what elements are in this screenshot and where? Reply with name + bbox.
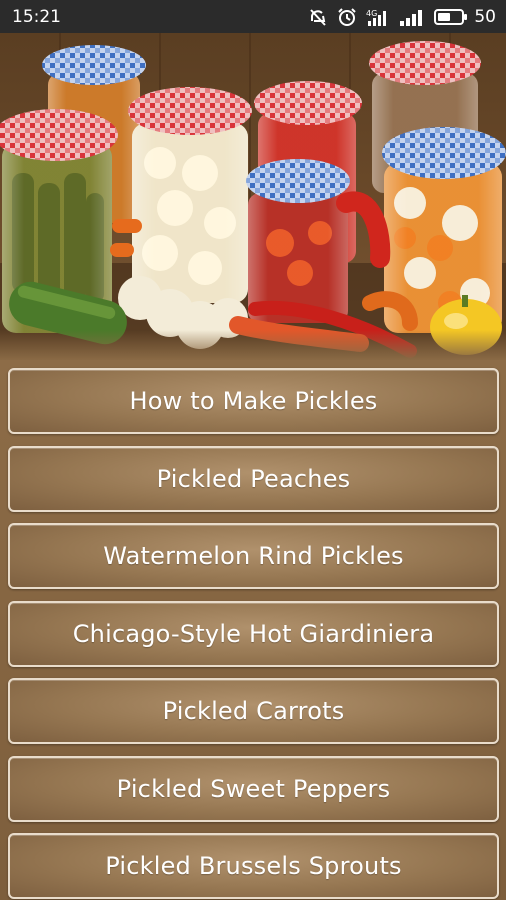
pickle-jars-illustration	[0, 33, 506, 360]
status-time: 15:21	[12, 6, 61, 27]
mobile-data-icon: 4G	[366, 7, 390, 27]
menu-item-watermelon-rind-pickles[interactable]: Watermelon Rind Pickles	[8, 523, 499, 589]
menu-item-pickled-carrots[interactable]: Pickled Carrots	[8, 678, 499, 744]
menu-item-chicago-style-hot-giardiniera[interactable]: Chicago-Style Hot Giardiniera	[8, 601, 499, 667]
svg-text:4G: 4G	[366, 9, 377, 18]
status-bar: 15:21 4G 50	[0, 0, 506, 33]
menu-item-label: Watermelon Rind Pickles	[103, 542, 404, 570]
alarm-icon	[337, 7, 357, 27]
menu-item-label: Pickled Sweet Peppers	[116, 775, 391, 803]
menu-item-label: Pickled Brussels Sprouts	[105, 852, 402, 880]
mute-icon	[308, 7, 328, 27]
jar-small-peppers	[246, 159, 350, 323]
menu-item-pickled-brussels-sprouts[interactable]: Pickled Brussels Sprouts	[8, 833, 499, 899]
recipe-menu: How to Make Pickles Pickled Peaches Wate…	[0, 360, 506, 900]
jar-cauliflower	[128, 87, 252, 303]
menu-item-label: Pickled Carrots	[162, 697, 345, 725]
battery-icon	[434, 7, 468, 27]
menu-item-how-to-make-pickles[interactable]: How to Make Pickles	[8, 368, 499, 434]
menu-item-pickled-peaches[interactable]: Pickled Peaches	[8, 446, 499, 512]
battery-level: 50	[474, 6, 496, 27]
menu-item-pickled-sweet-peppers[interactable]: Pickled Sweet Peppers	[8, 756, 499, 822]
menu-item-label: How to Make Pickles	[129, 387, 378, 415]
status-icons: 4G 50	[308, 7, 496, 27]
app-screen: 15:21 4G 50 How to Make Pickles Pickled …	[0, 0, 506, 900]
header-banner-image	[0, 33, 506, 360]
signal-icon	[399, 7, 425, 27]
menu-item-label: Chicago-Style Hot Giardiniera	[72, 620, 435, 648]
menu-item-label: Pickled Peaches	[156, 465, 351, 493]
